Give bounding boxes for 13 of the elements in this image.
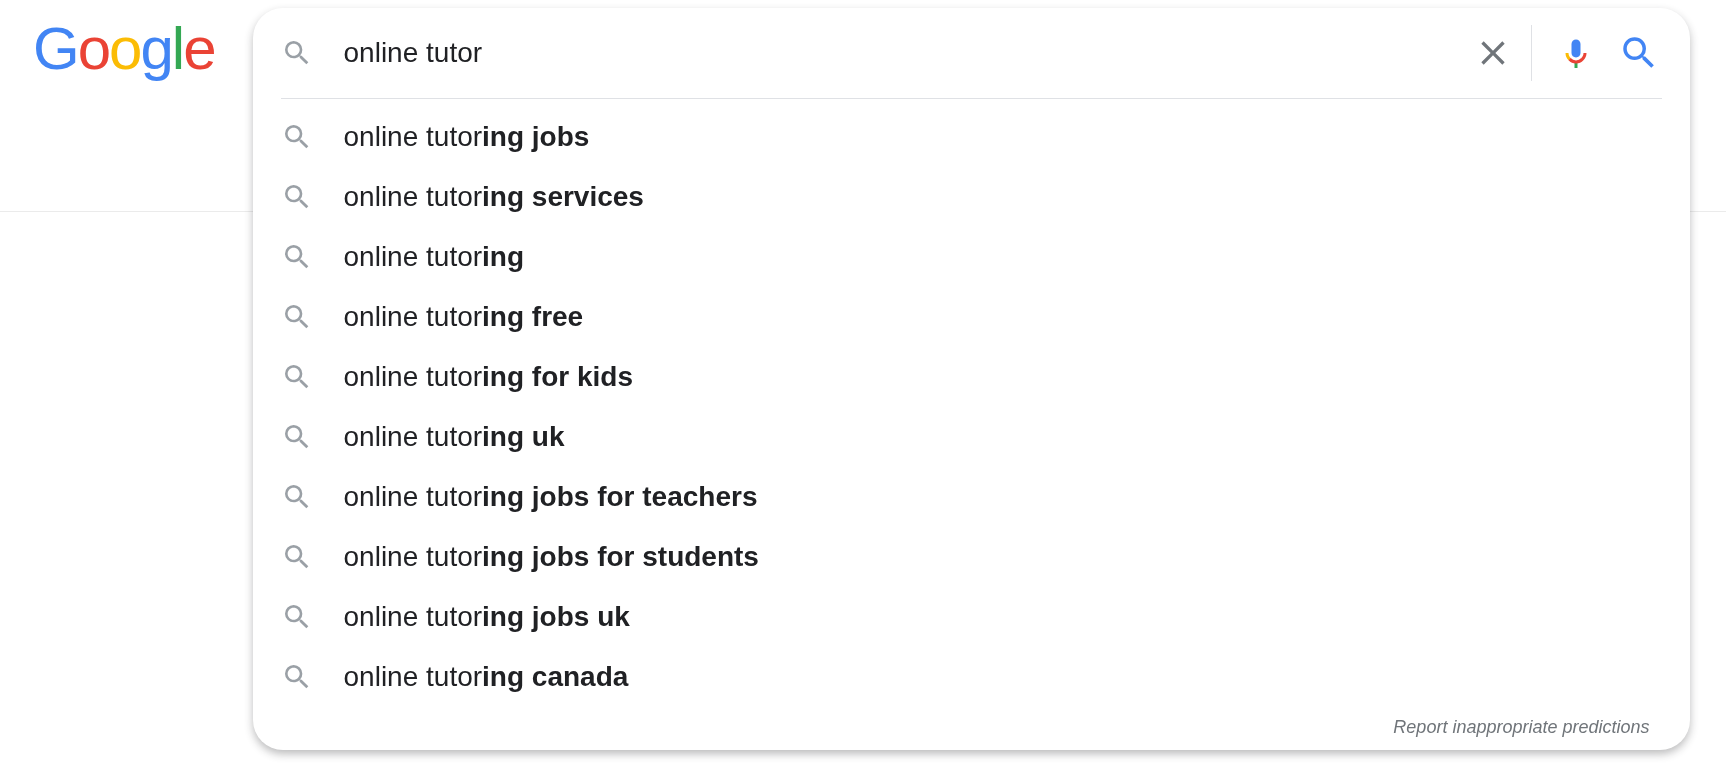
- suggestion-item[interactable]: online tutoring canada: [343, 661, 629, 693]
- search-field[interactable]: online tutor: [343, 37, 1473, 69]
- logo[interactable]: Google: [33, 16, 215, 82]
- suggestion-item[interactable]: online tutoring for kids: [343, 361, 633, 393]
- suggestion-item[interactable]: online tutoring free: [343, 301, 584, 333]
- suggestion-item[interactable]: online tutoring uk: [343, 421, 565, 453]
- suggestion-item[interactable]: online tutoring services: [343, 181, 644, 213]
- suggestion-item[interactable]: online tutoring jobs uk: [343, 601, 630, 633]
- suggestion-item[interactable]: online tutoring jobs: [343, 121, 590, 153]
- report-link[interactable]: Report inappropriate predictions: [1393, 717, 1650, 738]
- suggestion-item[interactable]: online tutoring jobs for teachers: [343, 481, 758, 513]
- suggestion-item[interactable]: online tutoring: [343, 241, 525, 273]
- suggestion-item[interactable]: online tutoring jobs for students: [343, 541, 759, 573]
